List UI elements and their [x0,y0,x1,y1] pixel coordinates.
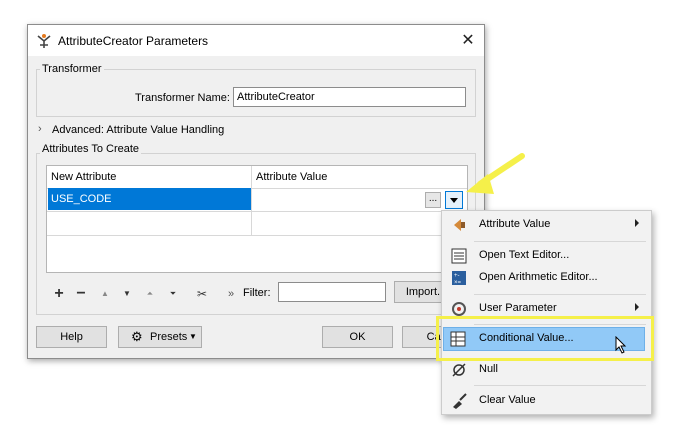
user-parameter-icon [452,302,466,316]
advanced-section-toggle[interactable]: Advanced: Attribute Value Handling [52,124,224,136]
chevron-down-icon: ▼ [189,332,197,341]
menu-separator [474,385,646,386]
close-button[interactable]: ✕ [452,25,484,56]
transformer-app-icon [37,34,51,48]
filter-label: Filter: [243,287,271,299]
transformer-name-input[interactable]: AttributeCreator [233,87,466,107]
menu-item-open-text-editor[interactable]: Open Text Editor... [442,244,651,268]
dialog-title: AttributeCreator Parameters [58,34,209,48]
menu-item-label: Attribute Value [479,218,551,230]
column-header-new-attribute[interactable]: New Attribute [47,166,251,188]
attributecreator-dialog: AttributeCreator Parameters ✕ Transforme… [27,24,485,359]
menu-item-clear-value[interactable]: Clear Value [442,389,651,413]
transformer-group-label: Transformer [40,63,104,75]
attributes-group-label: Attributes To Create [40,143,142,155]
menu-item-label: Open Arithmetic Editor... [479,271,598,283]
row-divider [47,211,467,212]
attributes-table: New Attribute Attribute Value USE_CODE .… [46,165,468,273]
move-up-icon[interactable]: ▲ [98,287,112,301]
submenu-arrow-icon [635,219,639,227]
add-icon[interactable]: + [52,286,66,302]
close-icon: ✕ [461,32,475,49]
move-top-icon[interactable]: ⏶ [143,287,157,301]
column-header-attribute-value[interactable]: Attribute Value [252,166,466,188]
move-bottom-icon[interactable]: ⏷ [166,287,180,301]
row-divider [47,235,467,236]
remove-icon[interactable]: − [74,286,88,302]
move-down-icon[interactable]: ▼ [120,287,134,301]
open-editor-button[interactable]: ... [425,192,441,208]
expand-icon[interactable]: » [224,287,238,301]
gear-icon: ⚙ [131,329,143,344]
menu-item-null[interactable]: Null [442,358,651,382]
table-cell-new-attribute[interactable]: USE_CODE [48,188,251,210]
filter-input[interactable] [278,282,386,302]
value-context-menu: Attribute Value Open Text Editor... +- ×=… [441,210,652,415]
null-icon [452,363,466,377]
callout-highlight-box [436,316,654,361]
transformer-name-label: Transformer Name: [135,92,230,104]
menu-item-attribute-value[interactable]: Attribute Value [442,213,651,237]
ok-button[interactable]: OK [322,326,393,348]
menu-item-label: Clear Value [479,394,536,406]
menu-item-label: Open Text Editor... [479,249,570,261]
presets-label: Presets [150,331,188,343]
svg-text:×=: ×= [454,280,462,286]
column-divider [251,166,252,236]
advanced-expand-icon[interactable]: › [38,123,42,135]
callout-arrow [466,153,525,194]
menu-separator [474,241,646,242]
text-editor-icon [451,248,467,264]
menu-item-open-arithmetic-editor[interactable]: +- ×= Open Arithmetic Editor... [442,266,651,290]
help-button[interactable]: Help [36,326,107,348]
submenu-arrow-icon [635,303,639,311]
clear-value-icon [453,393,467,409]
attribute-value-icon [454,219,465,231]
menu-item-label: Null [479,363,498,375]
menu-item-label: User Parameter [479,302,557,314]
menu-separator [474,294,646,295]
title-bar: AttributeCreator Parameters ✕ [28,25,484,56]
arithmetic-editor-icon: +-×= [452,271,466,286]
presets-button[interactable]: ⚙ Presets ▼ [118,326,202,348]
cut-icon[interactable]: ✂ [195,287,209,301]
svg-text:+-: +- [454,273,460,279]
